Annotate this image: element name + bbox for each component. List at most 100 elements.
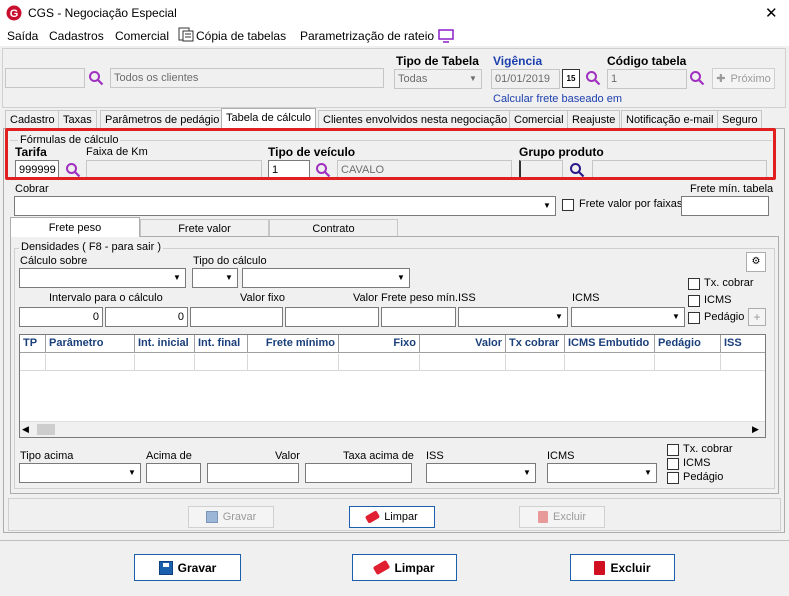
inner-gravar-button[interactable]: Gravar: [188, 506, 274, 528]
client-name-input[interactable]: Todos os clientes: [110, 68, 384, 88]
col-int-final[interactable]: Int. final: [195, 335, 248, 353]
intervalo-final-input[interactable]: 0: [105, 307, 188, 327]
col-icms-embutido[interactable]: ICMS Embutido: [565, 335, 655, 353]
formulas-highlight-box: [5, 128, 776, 180]
tab-notificacao-email[interactable]: Notificação e-mail: [621, 110, 719, 128]
vigencia-date-input[interactable]: 01/01/2019: [491, 69, 560, 89]
chevron-down-icon: ▼: [555, 312, 563, 321]
eraser-icon: [365, 510, 381, 524]
col-frete-minimo[interactable]: Frete mínimo: [248, 335, 339, 353]
scroll-right-icon[interactable]: ▶: [752, 424, 759, 435]
window-title: CGS - Negociação Especial: [28, 6, 177, 20]
grid-settings-icon[interactable]: ⚙: [746, 252, 766, 272]
cell-divider: [338, 354, 339, 371]
horizontal-scrollbar[interactable]: ◀ ▶: [20, 421, 765, 437]
tipo-tabela-select[interactable]: Todas ▼: [394, 69, 482, 89]
bottom-icms-checkbox[interactable]: [667, 458, 679, 470]
frete-min-tabela-input[interactable]: [681, 196, 769, 216]
taxa-acima-input[interactable]: [305, 463, 412, 483]
tab-taxas[interactable]: Taxas: [58, 110, 97, 128]
valor-fixo-label: Valor fixo: [240, 292, 286, 304]
subtab-frete-valor[interactable]: Frete valor: [140, 219, 269, 237]
menu-rateio[interactable]: Parametrização de rateio: [300, 29, 434, 43]
taxa-acima-label: Taxa acima de: [343, 450, 414, 462]
tab-cadastro[interactable]: Cadastro: [5, 110, 60, 128]
acima-de-input[interactable]: [146, 463, 201, 483]
menu-saida[interactable]: Saída: [7, 29, 38, 43]
frete-faixas-checkbox[interactable]: [562, 199, 574, 211]
icms-select[interactable]: ▼: [571, 307, 685, 327]
tab-tabela-calculo[interactable]: Tabela de cálculo: [221, 108, 317, 129]
col-tp[interactable]: TP: [20, 335, 46, 353]
tipo-calculo-desc-select[interactable]: ▼: [242, 268, 410, 288]
cell-divider: [564, 354, 565, 371]
tab-comercial[interactable]: Comercial: [509, 110, 569, 128]
codigo-tabela-input[interactable]: 1: [607, 69, 687, 89]
col-valor[interactable]: Valor: [420, 335, 506, 353]
bottom-icms-label: ICMS: [547, 450, 575, 462]
frete-min-tabela-label: Frete mín. tabela: [690, 183, 774, 195]
excluir-button[interactable]: Excluir: [570, 554, 675, 581]
footer-separator: [0, 540, 789, 541]
bottom-valor-input[interactable]: [207, 463, 299, 483]
tab-parametros-pedagio[interactable]: Parâmetros de pedágio: [100, 110, 225, 128]
scroll-left-icon[interactable]: ◀: [22, 424, 29, 435]
close-icon[interactable]: ✕: [765, 4, 778, 22]
bottom-tx-cobrar-checkbox[interactable]: [667, 444, 679, 456]
col-pedagio[interactable]: Pedágio: [655, 335, 721, 353]
vigencia-search-icon[interactable]: [585, 70, 601, 86]
cell-divider: [45, 354, 46, 371]
inner-excluir-button[interactable]: Excluir: [519, 506, 605, 528]
cobrar-label: Cobrar: [15, 183, 49, 195]
menu-copia-tabelas[interactable]: Cópia de tabelas: [196, 29, 286, 43]
col-iss[interactable]: ISS: [721, 335, 765, 353]
gravar-button[interactable]: Gravar: [134, 554, 241, 581]
chevron-down-icon: ▼: [397, 273, 405, 282]
icms-label: ICMS: [572, 292, 600, 304]
calculo-sobre-select[interactable]: ▼: [19, 268, 186, 288]
proximo-button[interactable]: ✚ Próximo: [712, 68, 775, 89]
client-search-icon[interactable]: [88, 70, 104, 86]
densidades-grid[interactable]: TP Parâmetro Int. inicial Int. final Fre…: [19, 334, 766, 438]
tipo-acima-select[interactable]: ▼: [19, 463, 141, 483]
cell-divider: [194, 354, 195, 371]
col-parametro[interactable]: Parâmetro: [46, 335, 135, 353]
col-tx-cobrar[interactable]: Tx cobrar: [506, 335, 565, 353]
pedagio-checkbox[interactable]: [688, 312, 700, 324]
cobrar-select[interactable]: ▼: [14, 196, 556, 216]
add-row-icon[interactable]: +: [748, 308, 766, 326]
tab-clientes-envolvidos[interactable]: Clientes envolvidos nesta negociação: [318, 110, 513, 128]
limpar-button[interactable]: Limpar: [352, 554, 457, 581]
bottom-icms-select[interactable]: ▼: [547, 463, 657, 483]
inner-limpar-button[interactable]: Limpar: [349, 506, 435, 528]
scroll-thumb[interactable]: [37, 424, 55, 435]
intervalo-inicial-input[interactable]: 0: [19, 307, 103, 327]
tipo-calculo-select[interactable]: ▼: [192, 268, 238, 288]
menu-cadastros[interactable]: Cadastros: [49, 29, 104, 43]
subtab-frete-peso[interactable]: Frete peso: [10, 217, 140, 237]
tx-cobrar-label: Tx. cobrar: [704, 277, 754, 289]
codigo-search-icon[interactable]: [689, 70, 705, 86]
col-int-inicial[interactable]: Int. inicial: [135, 335, 195, 353]
calcular-frete-link[interactable]: Calcular frete baseado em: [493, 93, 622, 105]
frete-peso-min-input[interactable]: [381, 307, 456, 327]
icms-checkbox[interactable]: [688, 295, 700, 307]
bottom-iss-select[interactable]: ▼: [426, 463, 536, 483]
iss-select[interactable]: ▼: [458, 307, 568, 327]
cell-divider: [720, 354, 721, 371]
calendar-icon[interactable]: 15: [562, 69, 580, 88]
densidades-group-label: Densidades ( F8 - para sair ): [19, 241, 163, 253]
tab-reajuste[interactable]: Reajuste: [567, 110, 621, 128]
table-row[interactable]: [20, 354, 765, 371]
menu-comercial[interactable]: Comercial: [115, 29, 169, 43]
monitor-icon[interactable]: [438, 29, 454, 43]
valor-fixo-input[interactable]: [190, 307, 283, 327]
tab-seguro[interactable]: Seguro: [717, 110, 763, 128]
subtab-contrato[interactable]: Contrato: [269, 219, 398, 237]
bottom-pedagio-checkbox[interactable]: [667, 472, 679, 484]
valor-input[interactable]: [285, 307, 379, 327]
col-fixo[interactable]: Fixo: [339, 335, 420, 353]
tx-cobrar-checkbox[interactable]: [688, 278, 700, 290]
client-code-input[interactable]: [5, 68, 85, 88]
tipo-tabela-label: Tipo de Tabela: [396, 54, 479, 68]
